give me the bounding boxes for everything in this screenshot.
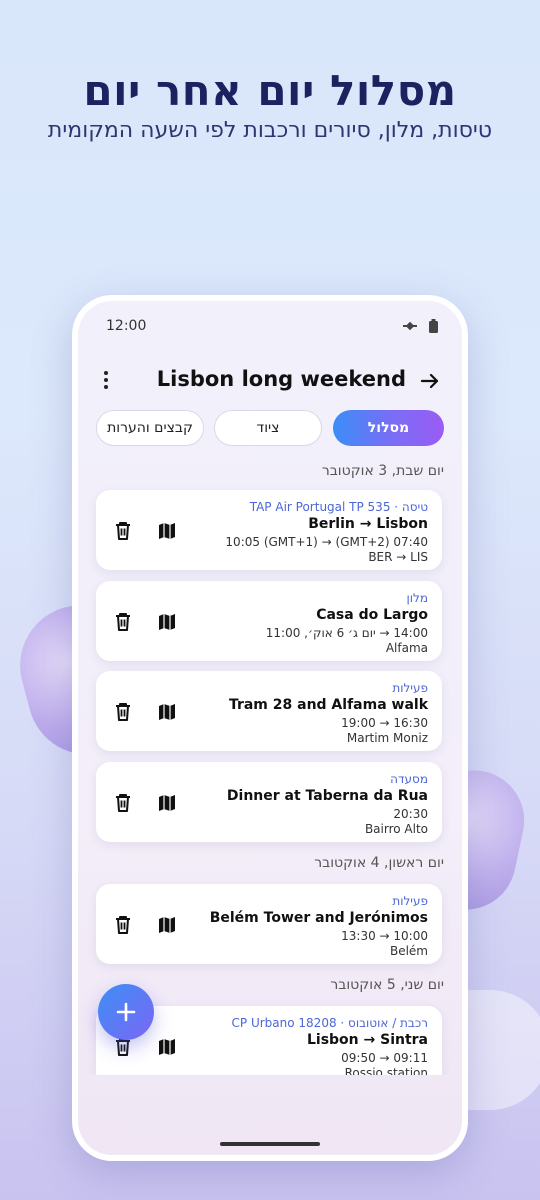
- tab-bar: קבצים והערות ציוד מסלול: [96, 410, 444, 450]
- item-type: מלון: [406, 591, 428, 605]
- itinerary-card-hotel[interactable]: מלון Casa do Largo 14:00 → יום ג׳ 6 אוק׳…: [96, 581, 442, 661]
- tab-itinerary[interactable]: מסלול: [333, 410, 444, 446]
- add-item-button[interactable]: [98, 984, 154, 1040]
- battery-icon: [429, 319, 438, 333]
- arrow-right-icon[interactable]: [418, 369, 442, 393]
- item-place: Alfama: [385, 641, 428, 655]
- map-icon[interactable]: [156, 520, 178, 542]
- item-title: Berlin → Lisbon: [308, 516, 428, 532]
- tab-gear[interactable]: ציוד: [214, 410, 322, 446]
- hero-subtitle: טיסות, מלון, סיורים ורכבות לפי השעה המקו…: [47, 118, 493, 143]
- itinerary-card-flight[interactable]: טיסה · TAP Air Portugal TP 535 Berlin → …: [96, 490, 442, 570]
- phone-frame: 12:00 Lisbon long weekend קבצים והערות צ…: [72, 295, 468, 1161]
- item-place: Bairro Alto: [364, 822, 428, 836]
- item-time: 10:00 → 13:30: [341, 929, 428, 943]
- map-icon[interactable]: [156, 792, 178, 814]
- trash-icon[interactable]: [112, 914, 134, 936]
- item-place: Rossio station: [344, 1066, 428, 1075]
- map-icon[interactable]: [156, 611, 178, 633]
- item-time: 20:30: [393, 807, 428, 821]
- item-type: פעילות: [392, 681, 428, 695]
- trash-icon[interactable]: [112, 701, 134, 723]
- day-header: יום שני, 5 אוקטובר: [330, 977, 444, 993]
- day-header: יום ראשון, 4 אוקטובר: [314, 855, 444, 871]
- tab-files-notes[interactable]: קבצים והערות: [96, 410, 204, 446]
- item-time: 14:00 → יום ג׳ 6 אוק׳, 11:00: [265, 626, 428, 640]
- more-vert-icon[interactable]: [94, 365, 118, 395]
- itinerary-card-activity[interactable]: פעילות Belém Tower and Jerónimos 10:00 →…: [96, 884, 442, 964]
- plus-icon: [116, 1002, 136, 1022]
- itinerary-card-restaurant[interactable]: מסעדה Dinner at Taberna da Rua 20:30 Bai…: [96, 762, 442, 842]
- item-place: Belém: [389, 944, 428, 958]
- app-screen: 12:00 Lisbon long weekend קבצים והערות צ…: [78, 301, 462, 1155]
- map-icon[interactable]: [156, 1036, 178, 1058]
- itinerary-list[interactable]: יום שבת, 3 אוקטובר טיסה · TAP Air Portug…: [78, 453, 462, 1075]
- item-title: Lisbon → Sintra: [306, 1032, 428, 1048]
- page-title: Lisbon long weekend: [156, 367, 406, 391]
- item-title: Belém Tower and Jerónimos: [209, 910, 428, 926]
- item-time: 16:30 → 19:00: [341, 716, 428, 730]
- map-icon[interactable]: [156, 914, 178, 936]
- item-place: BER → LIS: [368, 550, 428, 564]
- map-icon[interactable]: [156, 701, 178, 723]
- item-type: פעילות: [392, 894, 428, 908]
- day-header: יום שבת, 3 אוקטובר: [321, 463, 444, 479]
- item-type: מסעדה: [390, 772, 428, 786]
- satellite-icon: [403, 321, 417, 331]
- hero-title: מסלול יום אחר יום: [83, 66, 457, 115]
- item-title: Dinner at Taberna da Rua: [226, 788, 428, 804]
- status-time: 12:00: [106, 318, 147, 334]
- trash-icon[interactable]: [112, 792, 134, 814]
- item-title: Tram 28 and Alfama walk: [228, 697, 428, 713]
- item-time: 09:11 → 09:50: [341, 1051, 428, 1065]
- item-title: Casa do Largo: [316, 607, 428, 623]
- item-time: 07:40 (GMT+2) → 10:05 (GMT+1): [225, 535, 428, 549]
- item-type: טיסה · TAP Air Portugal TP 535: [249, 500, 428, 514]
- trash-icon[interactable]: [112, 520, 134, 542]
- item-place: Martim Moniz: [346, 731, 428, 745]
- item-type: רכבת / אוטובוס · CP Urbano 18208: [231, 1016, 428, 1030]
- itinerary-card-activity[interactable]: פעילות Tram 28 and Alfama walk 16:30 → 1…: [96, 671, 442, 751]
- trash-icon[interactable]: [112, 611, 134, 633]
- status-icons: [403, 319, 438, 333]
- home-indicator[interactable]: [220, 1142, 320, 1146]
